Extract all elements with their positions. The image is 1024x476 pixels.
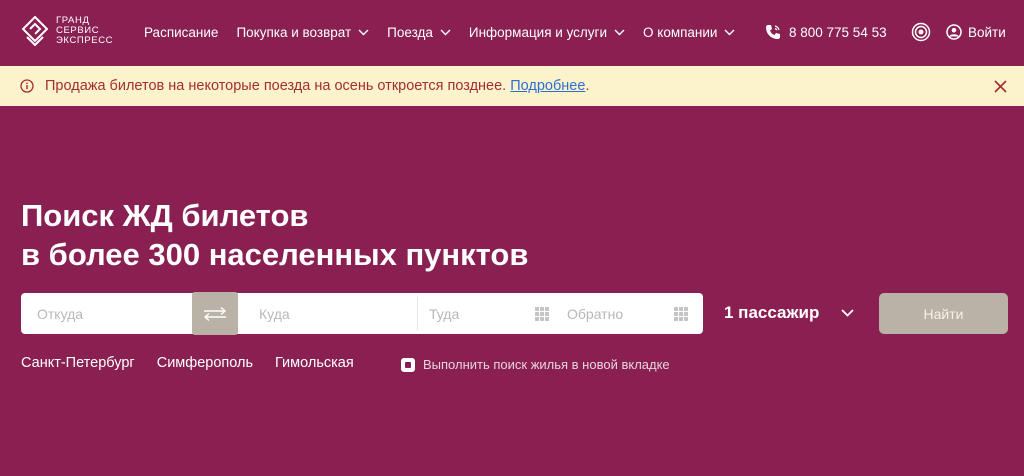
notice-text: Продажа билетов на некоторые поезда на о… xyxy=(45,78,589,94)
to-input[interactable] xyxy=(259,293,409,334)
calendar-icon[interactable] xyxy=(534,306,550,322)
date-back-wrap xyxy=(567,293,667,334)
passengers-label: 1 пассажир xyxy=(724,303,820,322)
housing-search-option: Выполнить поиск жилья в новой вкладке xyxy=(401,357,670,372)
search-form xyxy=(21,292,703,335)
from-field-wrap xyxy=(37,293,197,334)
quick-link-gimolskaya[interactable]: Гимольская xyxy=(275,355,354,371)
accessibility-icon[interactable] xyxy=(911,22,931,42)
main-nav: Расписание Покупка и возврат Поезда Инфо… xyxy=(144,0,753,64)
phone-icon xyxy=(766,25,780,39)
nav-item-label: Покупка и возврат xyxy=(236,24,352,40)
nav-item-label: Поезда xyxy=(387,24,433,40)
swap-arrows-icon xyxy=(203,306,227,321)
title-line: в более 300 населенных пунктов xyxy=(21,237,529,272)
date-back-input[interactable] xyxy=(567,293,667,334)
quick-link-simferopol[interactable]: Симферополь xyxy=(157,355,253,371)
housing-checkbox[interactable] xyxy=(401,357,415,372)
find-button[interactable]: Найти xyxy=(879,293,1008,334)
logo-text: ГРАНД СЕРВИС ЭКСПРЕСС xyxy=(56,16,113,46)
nav-item-info[interactable]: Информация и услуги xyxy=(469,25,625,40)
passengers-select[interactable]: 1 пассажир xyxy=(724,303,854,323)
logo-line: ЭКСПРЕСС xyxy=(56,35,114,46)
calendar-icon[interactable] xyxy=(673,306,689,322)
logo-icon xyxy=(22,16,48,46)
from-input[interactable] xyxy=(37,293,197,334)
notice-period: . xyxy=(585,78,590,94)
swap-button[interactable] xyxy=(192,292,238,335)
chevron-down-icon xyxy=(841,309,854,317)
to-field-wrap xyxy=(259,293,409,334)
nav-item-purchase[interactable]: Покупка и возврат xyxy=(236,25,369,40)
phone-number: 8 800 775 54 53 xyxy=(789,24,887,40)
info-icon xyxy=(20,79,34,93)
date-there-input[interactable] xyxy=(429,293,529,334)
nav-item-company[interactable]: О компании xyxy=(643,25,735,40)
chevron-down-icon xyxy=(440,29,451,35)
title-line: Поиск ЖД билетов xyxy=(21,198,309,233)
user-icon xyxy=(946,24,962,40)
nav-item-label: Информация и услуги xyxy=(468,24,608,40)
quick-link-spb[interactable]: Санкт-Петербург xyxy=(21,355,135,371)
phone-link[interactable]: 8 800 775 54 53 xyxy=(765,0,887,64)
chevron-down-icon xyxy=(724,29,735,35)
checkbox-mark xyxy=(405,361,411,368)
quick-links: Санкт-Петербург Симферополь Гимольская xyxy=(21,355,376,371)
housing-checkbox-label[interactable]: Выполнить поиск жилья в новой вкладке xyxy=(423,357,670,372)
chevron-down-icon xyxy=(614,29,625,35)
notice-more-link[interactable]: Подробнее xyxy=(510,78,585,94)
nav-item-label: О компании xyxy=(643,24,718,40)
notice-banner: Продажа билетов на некоторые поезда на о… xyxy=(0,66,1024,106)
nav-item-trains[interactable]: Поезда xyxy=(387,25,451,40)
field-divider xyxy=(417,297,418,330)
notice-message: Продажа билетов на некоторые поезда на о… xyxy=(45,78,507,94)
login-label: Войти xyxy=(968,24,1006,40)
login-button[interactable]: Войти xyxy=(946,0,1006,64)
page-title: Поиск ЖД билетов в более 300 населенных … xyxy=(21,196,528,274)
chevron-down-icon xyxy=(358,29,369,35)
close-icon[interactable] xyxy=(994,80,1007,93)
logo[interactable]: ГРАНД СЕРВИС ЭКСПРЕСС xyxy=(22,16,113,46)
header: ГРАНД СЕРВИС ЭКСПРЕСС Расписание Покупка… xyxy=(0,0,1024,64)
nav-item-label: Расписание xyxy=(144,24,219,40)
date-there-wrap xyxy=(429,293,529,334)
nav-item-schedule[interactable]: Расписание xyxy=(144,25,218,40)
